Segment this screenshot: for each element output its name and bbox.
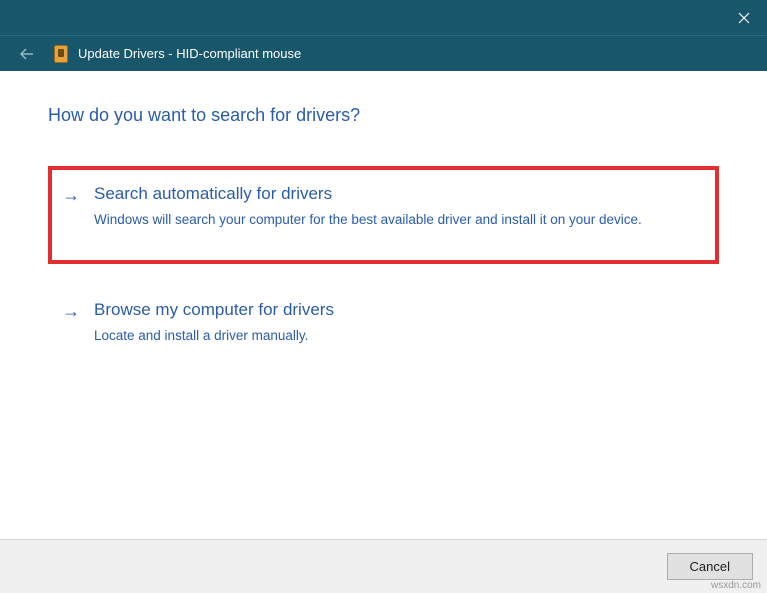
wizard-content: How do you want to search for drivers? →… [0, 71, 767, 539]
page-heading: How do you want to search for drivers? [48, 105, 719, 126]
window-titlebar [0, 0, 767, 35]
option-description: Locate and install a driver manually. [94, 326, 705, 346]
arrow-left-icon [19, 46, 35, 62]
wizard-title: Update Drivers - HID-compliant mouse [78, 46, 301, 61]
wizard-footer: Cancel [0, 539, 767, 593]
arrow-right-icon: → [62, 184, 80, 230]
arrow-right-icon: → [62, 300, 80, 346]
close-button[interactable] [721, 0, 767, 35]
device-icon [54, 45, 68, 63]
watermark: wsxdn.com [711, 580, 761, 591]
option-description: Windows will search your computer for th… [94, 210, 705, 230]
close-icon [738, 12, 750, 24]
option-search-automatically[interactable]: → Search automatically for drivers Windo… [48, 166, 719, 264]
option-text: Search automatically for drivers Windows… [94, 184, 705, 230]
option-title: Browse my computer for drivers [94, 300, 705, 320]
option-browse-computer[interactable]: → Browse my computer for drivers Locate … [48, 282, 719, 366]
cancel-button[interactable]: Cancel [667, 553, 753, 580]
option-title: Search automatically for drivers [94, 184, 705, 204]
option-text: Browse my computer for drivers Locate an… [94, 300, 705, 346]
wizard-header: Update Drivers - HID-compliant mouse [0, 35, 767, 71]
back-button[interactable] [18, 45, 36, 63]
